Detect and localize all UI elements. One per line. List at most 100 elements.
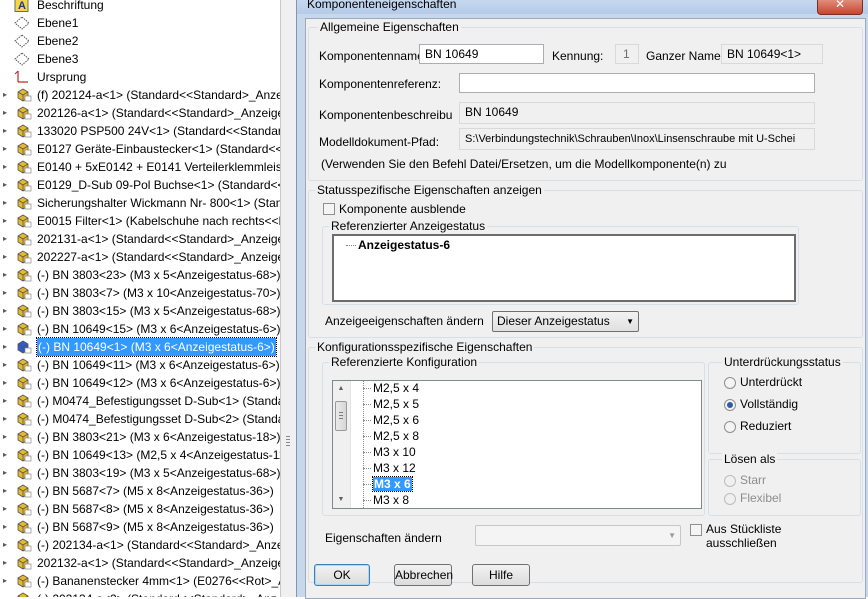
config-list-scrollbar[interactable]: ▲ ▼ <box>333 381 351 508</box>
expand-arrow-icon[interactable]: ▸ <box>3 505 10 513</box>
ok-button[interactable]: OK <box>314 564 370 586</box>
tree-component-item[interactable]: ▸ (-) BN 10649<1> (M3 x 6<Anzeigestatus-6… <box>0 337 280 357</box>
expand-arrow-icon[interactable]: ▸ <box>3 559 10 567</box>
config-item[interactable]: M3 x 8 <box>363 492 409 508</box>
suppression-radio[interactable] <box>724 399 736 411</box>
tree-item-ebene1[interactable]: Ebene1 <box>0 14 280 32</box>
tree-component-item[interactable]: ▸ E0140 + 5xE0142 + E0141 Verteilerklemml… <box>0 158 280 176</box>
tree-component-item[interactable]: ▸ (-) BN 10649<12> (M3 x 6<Anzeigestatus-… <box>0 374 280 392</box>
tree-component-item[interactable]: ▸ 133020 PSP500 24V<1> (Standard<<Standar… <box>0 122 280 140</box>
suppression-radio[interactable] <box>724 421 736 433</box>
tree-item-label: Ebene1 <box>37 16 79 30</box>
expand-arrow-icon[interactable]: ▸ <box>3 541 10 549</box>
tree-item-ebene3[interactable]: Ebene3 <box>0 50 280 68</box>
config-item[interactable]: M2,5 x 6 <box>363 412 419 428</box>
hide-component-checkbox[interactable] <box>323 203 335 215</box>
expand-arrow-icon[interactable]: ▸ <box>3 217 10 225</box>
tree-component-item[interactable]: ▸ (f) 202124-a<1> (Standard<<Standard>_An… <box>0 86 280 104</box>
tree-component-item[interactable]: ▸ (-) BN 3803<15> (M3 x 5<Anzeigestatus-6… <box>0 302 280 320</box>
config-item[interactable]: M3 x 6 <box>363 476 413 492</box>
expand-arrow-icon[interactable]: ▸ <box>3 145 10 153</box>
solve-as-radio[interactable] <box>724 475 736 487</box>
config-list[interactable]: ▲ ▼ M2,5 x 4 M2,5 x 5 M2,5 x 6 M2,5 x 8 M3 x… <box>332 380 702 509</box>
expand-arrow-icon[interactable]: ▸ <box>3 109 10 117</box>
component-name-field[interactable]: BN 10649 <box>419 44 544 64</box>
tree-component-item[interactable]: ▸ E0127 Geräte-Einbaustecker<1> (Standard… <box>0 140 280 158</box>
tree-component-item[interactable]: ▸ 202132-a<1> (Standard<<Standard>_Anzeig… <box>0 554 280 572</box>
expand-arrow-icon[interactable]: ▸ <box>3 181 10 189</box>
display-properties-combo[interactable]: Dieser Anzeigestatus ▼ <box>492 311 639 332</box>
tree-component-item[interactable]: ▸ (-) Bananenstecker 4mm<1> (E0276<<Rot>_… <box>0 572 280 590</box>
expand-arrow-icon[interactable]: ▸ <box>3 523 10 531</box>
tree-component-item[interactable]: ▸ (-) BN 3803<19> (M3 x 5<Anzeigestatus-6… <box>0 464 280 482</box>
dialog-titlebar[interactable]: Komponenteneigenschaften ✕ <box>297 0 868 15</box>
expand-arrow-icon[interactable]: ▸ <box>3 271 10 279</box>
tree-component-item[interactable]: ▸ 202131-a<1> (Standard<<Standard>_Anzeig… <box>0 230 280 248</box>
tree-component-item[interactable]: ▸ E0015 Filter<1> (Kabelschuhe nach recht… <box>0 212 280 230</box>
expand-arrow-icon[interactable]: ▸ <box>3 289 10 297</box>
exclude-from-bom-checkbox[interactable] <box>690 524 702 536</box>
expand-arrow-icon[interactable]: ▸ <box>3 487 10 495</box>
tree-component-item[interactable]: ▸ (-) BN 5687<7> (M5 x 8<Anzeigestatus-36… <box>0 482 280 500</box>
display-state-item[interactable]: Anzeigestatus-6 <box>358 238 450 252</box>
tree-item-label: Ebene2 <box>37 34 79 48</box>
tree-component-label: (-) BN 5687<9> (M5 x 8<Anzeigestatus-36>… <box>37 520 274 534</box>
tree-component-item[interactable]: ▸ (-) BN 10649<15> (M3 x 6<Anzeigestatus-… <box>0 320 280 338</box>
solve-as-option-label: Starr <box>740 473 767 487</box>
tree-component-item[interactable]: ▸ (-) BN 5687<8> (M5 x 8<Anzeigestatus-36… <box>0 500 280 518</box>
config-item[interactable]: M2,5 x 5 <box>363 396 419 412</box>
tree-component-item[interactable]: ▸ (-) BN 3803<7> (M3 x 10<Anzeigestatus-7… <box>0 284 280 302</box>
expand-arrow-icon[interactable]: ▸ <box>3 415 10 423</box>
expand-arrow-icon[interactable]: ▸ <box>3 127 10 135</box>
display-state-list[interactable]: Anzeigestatus-6 <box>332 234 796 302</box>
expand-arrow-icon[interactable]: ▸ <box>3 163 10 171</box>
tree-component-item[interactable]: ▸ Sicherungshalter Wickmann Nr- 800<1> (S… <box>0 194 280 212</box>
expand-arrow-icon[interactable]: ▸ <box>3 577 10 585</box>
expand-arrow-icon[interactable]: ▸ <box>3 199 10 207</box>
tree-component-item[interactable]: ▸ (-) BN 10649<13> (M2,5 x 4<Anzeigestatu… <box>0 446 280 464</box>
component-reference-field[interactable] <box>459 73 815 93</box>
expand-arrow-icon[interactable]: ▸ <box>3 451 10 459</box>
expand-arrow-icon[interactable]: ▸ <box>3 235 10 243</box>
config-item[interactable]: M2,5 x 8 <box>363 428 419 444</box>
tree-component-item[interactable]: ▸ (-) 202134-a<1> (Standard<<Standard>_An… <box>0 536 280 554</box>
suppression-radio[interactable] <box>724 377 736 389</box>
display-state-title: Statusspezifische Eigenschaften anzeigen <box>315 183 544 197</box>
tree-item-ursprung[interactable]: Ursprung <box>0 68 280 86</box>
tree-component-item[interactable]: ▸ (-) M0474_Befestigungsset D-Sub<1> (Sta… <box>0 392 280 410</box>
config-item[interactable]: M3 x 10 <box>363 444 416 460</box>
expand-arrow-icon[interactable]: ▸ <box>3 325 10 333</box>
cancel-button[interactable]: Abbrechen <box>394 564 453 586</box>
tree-component-item[interactable]: ▸ (-) BN 10649<11> (M3 x 6<Anzeigestatus-… <box>0 356 280 374</box>
panel-splitter[interactable] <box>280 0 297 597</box>
expand-arrow-icon[interactable]: ▸ <box>3 253 10 261</box>
tree-item-ebene2[interactable]: Ebene2 <box>0 32 280 50</box>
help-button[interactable]: Hilfe <box>472 564 530 586</box>
scroll-up-icon[interactable]: ▲ <box>335 383 347 395</box>
expand-arrow-icon[interactable]: ▸ <box>3 433 10 441</box>
expand-arrow-icon[interactable]: ▸ <box>3 91 10 99</box>
tree-component-item[interactable]: ▸ 202126-a<1> (Standard<<Standard>_Anzeig… <box>0 104 280 122</box>
config-item[interactable]: M3 x 12 <box>363 460 416 476</box>
expand-arrow-icon[interactable]: ▸ <box>3 307 10 315</box>
solve-as-radio[interactable] <box>724 493 736 505</box>
tree-item-beschriftung[interactable]: A Beschriftung <box>0 0 280 14</box>
scroll-down-icon[interactable]: ▼ <box>335 494 347 506</box>
scroll-thumb[interactable] <box>335 401 347 431</box>
expand-arrow-icon[interactable]: ▸ <box>3 343 10 351</box>
tree-component-item[interactable]: ▸(-) 202134-a<2> (Standard<<Standard>_An… <box>0 590 280 597</box>
expand-arrow-icon[interactable]: ▸ <box>3 361 10 369</box>
expand-arrow-icon[interactable]: ▸ <box>3 379 10 387</box>
tree-component-item[interactable]: ▸ (-) BN 3803<21> (M3 x 6<Anzeigestatus-1… <box>0 428 280 446</box>
config-item[interactable]: M2,5 x 4 <box>363 381 419 396</box>
expand-arrow-icon[interactable]: ▸ <box>3 397 10 405</box>
tree-component-item[interactable]: ▸ (-) BN 3803<23> (M3 x 5<Anzeigestatus-6… <box>0 266 280 284</box>
tree-component-item[interactable]: ▸ 202227-a<1> (Standard<<Standard>_Anzeig… <box>0 248 280 266</box>
expand-arrow-icon[interactable]: ▸ <box>3 469 10 477</box>
change-properties-combo[interactable]: ▼ <box>475 525 681 546</box>
tree-component-item[interactable]: ▸ (-) BN 5687<9> (M5 x 8<Anzeigestatus-36… <box>0 518 280 536</box>
tree-component-item[interactable]: ▸ E0129_D-Sub 09-Pol Buchse<1> (Standard<… <box>0 176 280 194</box>
close-button[interactable]: ✕ <box>817 0 863 15</box>
tree-component-item[interactable]: ▸ (-) M0474_Befestigungsset D-Sub<2> (Sta… <box>0 410 280 428</box>
solve-as-option-label: Flexibel <box>740 491 782 505</box>
